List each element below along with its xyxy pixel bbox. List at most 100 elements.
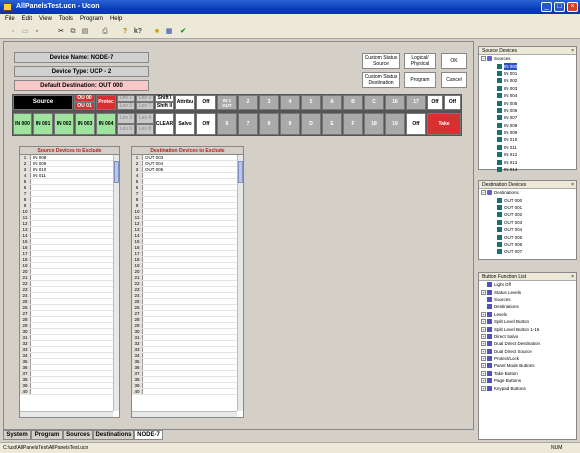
open-icon[interactable]: ▭ (20, 27, 30, 37)
minimize-button[interactable]: _ (541, 2, 552, 12)
menu-file[interactable]: File (5, 16, 15, 22)
copy-icon[interactable]: ⧉ (68, 27, 78, 37)
tree-root-sources[interactable]: − Sources (481, 55, 576, 62)
key-source[interactable]: Source (13, 95, 73, 110)
destination-panel-close-icon[interactable]: × (571, 181, 574, 189)
check-icon[interactable]: ✔ (178, 27, 188, 37)
menu-view[interactable]: View (39, 16, 52, 22)
key-a[interactable]: A (322, 95, 342, 110)
key-lev-7[interactable]: Lev 7 (136, 102, 154, 110)
key-lev-8[interactable]: Lev 8 (136, 124, 154, 135)
key-lev-2[interactable]: Lev 2 (117, 113, 135, 124)
tree-item[interactable]: OUT 000 (481, 196, 576, 203)
key-in-001[interactable]: IN 001 (33, 113, 53, 135)
key-18[interactable]: 18 (364, 113, 384, 135)
key-in-002[interactable]: IN 002 (54, 113, 74, 135)
destination-exclude-list[interactable]: Destination Devices to Exclude 1 OUT 003 2… (131, 146, 244, 418)
tree-item[interactable]: IN 006 (481, 107, 576, 114)
function-item[interactable]: + Panel Mode Buttons (481, 362, 576, 369)
source-exclude-scrollbar[interactable] (113, 155, 119, 411)
key-protect[interactable]: Protec (96, 95, 116, 110)
expand-icon[interactable]: + (481, 363, 486, 369)
print-icon[interactable]: ⎙ (100, 27, 110, 37)
collapse-icon[interactable]: − (481, 190, 486, 196)
key-6[interactable]: 6 (217, 113, 237, 135)
key-19[interactable]: 19 (385, 113, 405, 135)
function-item[interactable]: + Status Levels (481, 288, 576, 295)
context-help-icon[interactable]: k? (133, 27, 143, 37)
tree-item[interactable]: OUT 004 (481, 226, 576, 233)
expand-icon[interactable]: + (481, 333, 486, 339)
key-salvo[interactable]: Salvo (175, 113, 195, 135)
tree-item[interactable]: IN 004 (481, 92, 576, 99)
function-item[interactable]: + Dual Direct Destination (481, 340, 576, 347)
expand-icon[interactable]: + (481, 289, 486, 295)
function-item[interactable]: + Levels (481, 311, 576, 318)
panel-icon[interactable]: ▦ (164, 27, 174, 37)
function-panel-close-icon[interactable]: × (571, 273, 574, 281)
menu-edit[interactable]: Edit (22, 16, 32, 22)
tree-item[interactable]: OUT 003 (481, 219, 576, 226)
key-lev-1[interactable]: Lev 1 (117, 95, 135, 102)
source-exclude-hscrollbar[interactable] (20, 411, 113, 417)
key-8[interactable]: 8 (259, 113, 279, 135)
menu-help[interactable]: Help (110, 16, 122, 22)
function-item[interactable]: + Take Button (481, 370, 576, 377)
key-ou-00[interactable]: OU 00 (74, 95, 95, 102)
tab-program[interactable]: Program (31, 430, 63, 440)
destination-exclude-scrollbar[interactable] (237, 155, 243, 411)
ok-button[interactable]: OK (441, 53, 467, 69)
expand-icon[interactable]: + (481, 319, 486, 325)
key-off-5[interactable]: Off (406, 113, 426, 135)
source-panel-close-icon[interactable]: × (571, 47, 574, 55)
tree-item[interactable]: IN 001 (481, 70, 576, 77)
program-button[interactable]: Program (404, 72, 436, 88)
key-clear[interactable]: CLEAR (155, 113, 174, 135)
tab-system[interactable]: System (3, 430, 31, 440)
key-7[interactable]: 7 (238, 113, 258, 135)
key-d[interactable]: D (301, 113, 321, 135)
key-lev-3[interactable]: Lev 3 (136, 95, 154, 102)
tree-item[interactable]: IN 011 (481, 144, 576, 151)
paste-icon[interactable]: ▤ (80, 27, 90, 37)
function-item[interactable]: + Split Level Button (481, 318, 576, 325)
key-in-003[interactable]: IN 003 (75, 113, 95, 135)
expand-icon[interactable]: + (481, 311, 486, 317)
key-c[interactable]: C (364, 95, 384, 110)
expand-icon[interactable]: + (481, 341, 486, 347)
key-f[interactable]: F (343, 113, 363, 135)
tree-item[interactable]: IN 005 (481, 99, 576, 106)
logical-physical-button[interactable]: Logical/ Physical (404, 53, 436, 69)
key-shift-1[interactable]: Shift I (155, 95, 174, 102)
function-item[interactable]: + Keypad Buttons (481, 384, 576, 391)
function-item[interactable]: Sources (481, 296, 576, 303)
help-icon[interactable]: ? (120, 27, 130, 37)
menu-program[interactable]: Program (80, 16, 103, 22)
maximize-button[interactable]: □ (554, 2, 565, 12)
key-9[interactable]: 9 (280, 113, 300, 135)
tree-item[interactable]: OUT 006 (481, 241, 576, 248)
tree-item[interactable]: IN 008 (481, 122, 576, 129)
tab-sources[interactable]: Sources (63, 430, 93, 440)
expand-icon[interactable]: + (481, 385, 486, 391)
source-exclude-row[interactable]: 40 (20, 389, 119, 395)
custom-status-destination-button[interactable]: Custom Status Destination (362, 72, 400, 88)
key-2[interactable]: 2 (238, 95, 258, 110)
key-off-2[interactable]: Off (427, 95, 443, 110)
tab-destinations[interactable]: Destinations (93, 430, 134, 440)
key-in1-out[interactable]: IN 1 OUT (217, 95, 237, 110)
key-ou-01[interactable]: OU 01 (74, 102, 95, 110)
tree-root-destinations[interactable]: − Destinations (481, 189, 576, 196)
tree-item[interactable]: IN 003 (481, 85, 576, 92)
destination-exclude-hscrollbar[interactable] (132, 411, 237, 417)
function-item[interactable]: + Dual Direct Source (481, 348, 576, 355)
key-e[interactable]: E (322, 113, 342, 135)
key-lev-6[interactable]: Lev 6 (117, 124, 135, 135)
key-b[interactable]: B (343, 95, 363, 110)
key-17[interactable]: 17 (406, 95, 426, 110)
function-item[interactable]: + Protect/Lock (481, 355, 576, 362)
tree-item[interactable]: IN 002 (481, 77, 576, 84)
key-lev-4[interactable]: Lev 4 (136, 113, 154, 124)
expand-icon[interactable]: + (481, 370, 486, 376)
key-5[interactable]: 5 (301, 95, 321, 110)
